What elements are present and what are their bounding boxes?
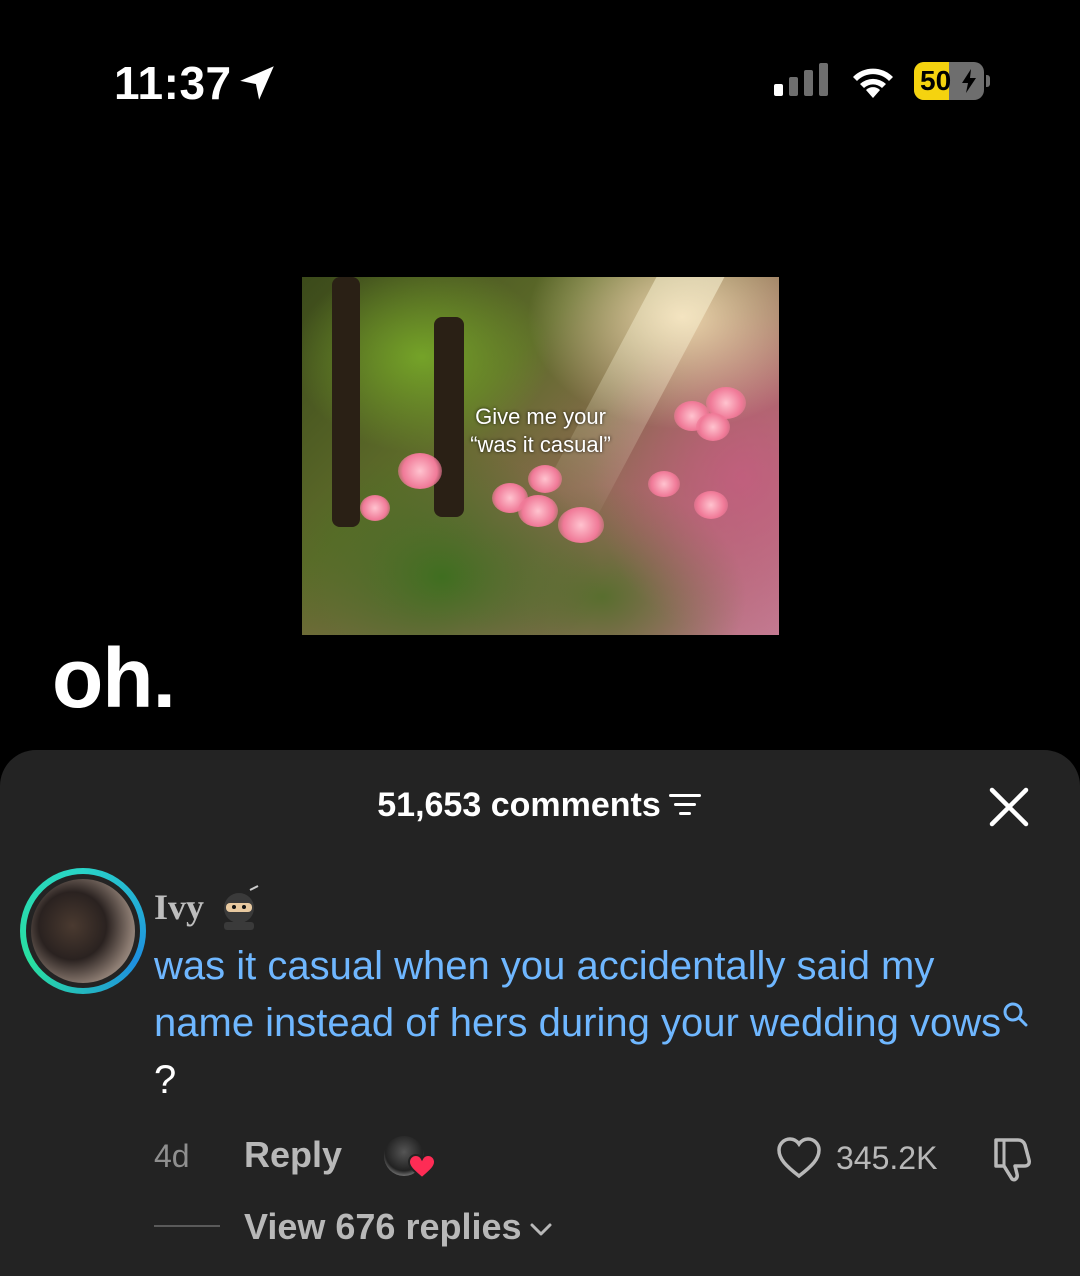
comment-timestamp: 4d [154,1138,190,1174]
battery-body: 50 [914,62,984,100]
view-replies-button[interactable]: View 676 replies [244,1206,554,1248]
heart-badge-icon [408,1154,436,1180]
flower [528,465,562,493]
flower [648,471,680,497]
wifi-icon [853,68,893,98]
cellular-signal-icon [774,63,828,96]
avatar[interactable] [20,868,146,994]
close-icon[interactable] [988,786,1030,828]
like-count: 345.2K [836,1140,938,1176]
filter-icon[interactable] [667,790,703,820]
ninja-emoji-icon [224,885,259,930]
flower [558,507,604,543]
reply-button[interactable]: Reply [244,1134,342,1176]
charging-bolt-icon [962,69,976,93]
flower [518,495,558,527]
comments-header: 51,653 comments [0,784,1080,825]
flower [694,491,728,519]
chevron-down-icon [530,1223,552,1236]
avatar-image [26,874,140,988]
video-caption: oh. [52,631,176,725]
comment-body: was it casual when you accidentally said… [154,938,1034,1109]
thumbs-down-icon[interactable] [988,1134,1038,1184]
search-icon[interactable] [1001,1001,1029,1029]
heart-icon[interactable] [776,1136,822,1180]
battery-nub [986,75,990,87]
comment-username[interactable]: Ivy [154,886,204,928]
replies-divider [154,1225,220,1227]
tree-trunk [332,277,360,527]
comment-text-end: ? [154,1058,177,1102]
comments-panel: 51,653 comments Ivy was it casual when y… [0,750,1080,1276]
thumbnail-caption: Give me your “was it casual” [470,404,611,457]
video-thumbnail[interactable]: Give me your “was it casual” [302,277,779,635]
status-time: 11:37 [114,57,232,109]
creator-liked-badge [384,1136,436,1182]
view-replies-label: View 676 replies [244,1206,522,1247]
battery-indicator: 50 [914,62,990,100]
comments-count: 51,653 comments [377,785,661,824]
flower [360,495,390,521]
comment-search-link[interactable]: was it casual when you accidentally said… [154,944,1001,1045]
location-arrow-icon [240,66,274,100]
